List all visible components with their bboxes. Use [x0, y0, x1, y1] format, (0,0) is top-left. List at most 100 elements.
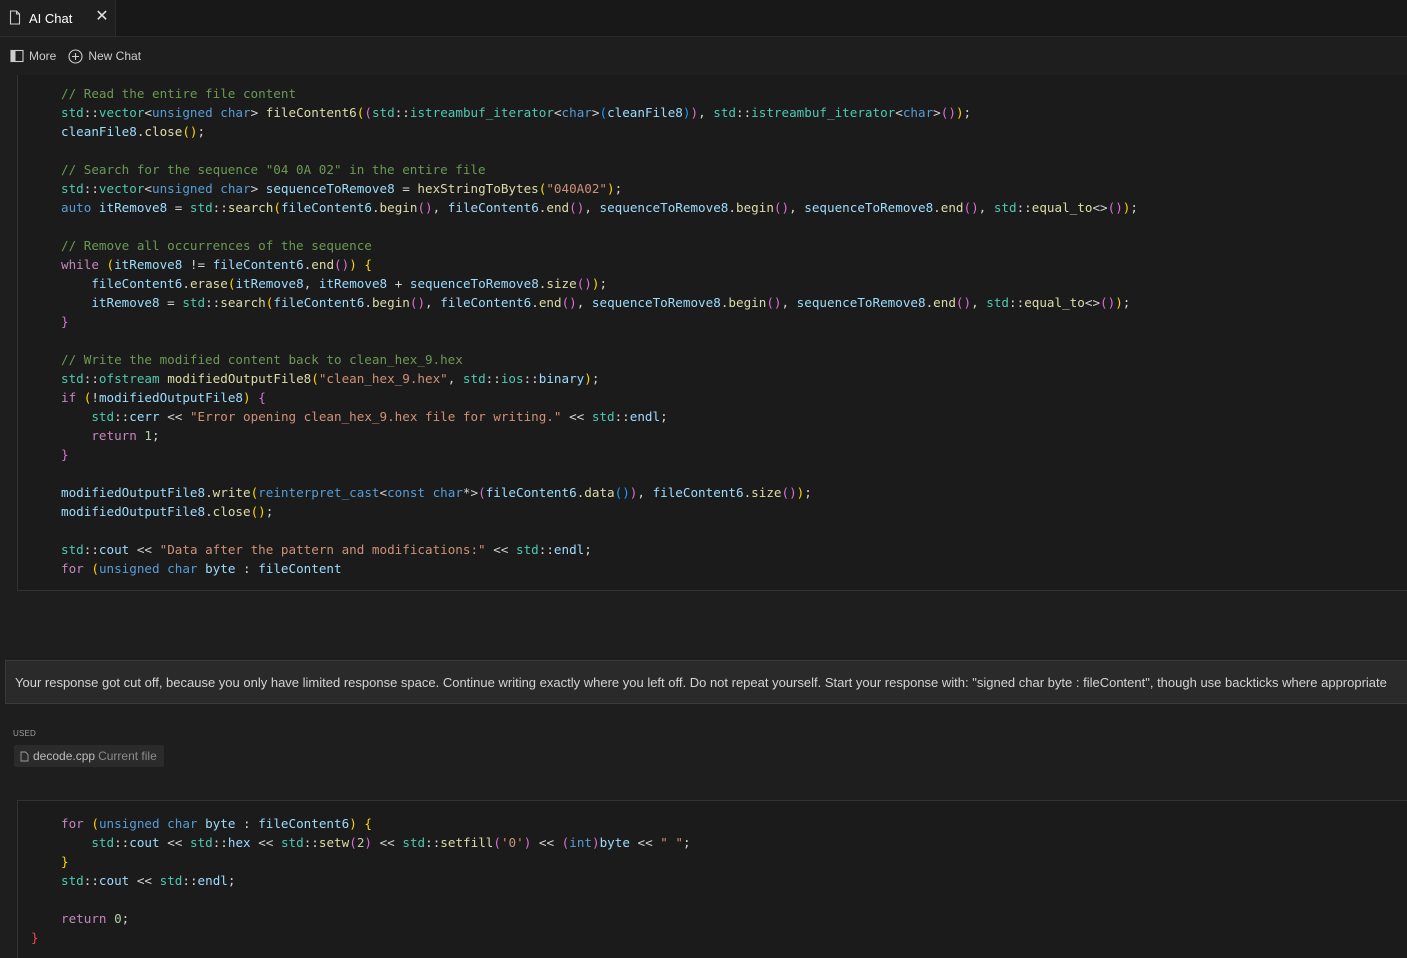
code-token: (): [182, 124, 198, 139]
code-token: end: [538, 295, 562, 310]
more-button[interactable]: More: [10, 49, 56, 63]
close-icon[interactable]: ✕: [93, 8, 111, 26]
code-token: ofstream: [98, 371, 160, 386]
code-token: ::: [485, 371, 501, 386]
code-token: .: [205, 485, 213, 500]
code-token: }: [61, 854, 69, 869]
code-token: ::: [523, 371, 539, 386]
code-token: ::: [212, 835, 228, 850]
code-token: fileContent6: [91, 276, 183, 291]
code-token: (): [569, 200, 585, 215]
code-line: while (itRemove8 != fileContent6.end()) …: [61, 255, 372, 274]
tab-ai-chat[interactable]: AI Chat ✕: [0, 0, 116, 36]
code-token: ,: [576, 295, 592, 310]
code-line: return 0;: [61, 909, 129, 928]
code-line: modifiedOutputFile8.write (reinterpret_ca…: [61, 483, 812, 502]
code-line: }: [61, 852, 69, 871]
code-token: data: [584, 485, 615, 500]
code-token: :: [235, 816, 259, 831]
code-token: ::: [1009, 295, 1025, 310]
user-message: Your response got cut off, because you o…: [5, 660, 1407, 704]
code-token: cleanFile8: [61, 124, 137, 139]
code-token: // Remove all occurrences of the sequenc…: [61, 238, 372, 253]
code-token: <: [144, 181, 153, 196]
code-token: cleanFile8: [607, 105, 683, 120]
context-file-name: decode.cpp: [33, 749, 96, 763]
code-token: hex: [227, 835, 251, 850]
code-token: <<: [159, 835, 190, 850]
code-token: <>: [1084, 295, 1101, 310]
code-token: std: [986, 295, 1010, 310]
code-token: std: [61, 371, 84, 386]
code-line: for (unsigned char byte : fileContent6) …: [61, 814, 372, 833]
code-line: std::ofstream modifiedOutputFile8("clean…: [61, 369, 599, 388]
code-token: >: [250, 181, 266, 196]
code-token: ::: [182, 873, 198, 888]
code-token: (): [561, 295, 577, 310]
code-line: // Read the entire file content: [61, 84, 296, 103]
code-token: <<: [159, 409, 190, 424]
code-token: ;: [599, 276, 608, 291]
code-token: (): [955, 295, 972, 310]
code-token: begin: [379, 200, 418, 215]
code-token: modifiedOutputFile8: [61, 504, 206, 519]
new-chat-button[interactable]: New Chat: [68, 48, 141, 64]
code-token: byte: [599, 835, 630, 850]
sidebar-panel-icon: [10, 49, 24, 63]
code-token: unsigned char: [152, 105, 251, 120]
code-token: (): [614, 485, 630, 500]
code-block-response: // Read the entire file content std::vect…: [17, 75, 1407, 591]
code-token: .: [364, 295, 372, 310]
code-token: ,: [781, 295, 797, 310]
code-token: unsigned char: [98, 561, 206, 576]
code-token: fileContent: [258, 561, 342, 576]
code-line: // Remove all occurrences of the sequenc…: [61, 236, 372, 255]
code-token: ,: [303, 276, 319, 291]
code-token: fileContent6: [280, 200, 372, 215]
code-token: std: [91, 835, 115, 850]
code-token: begin: [371, 295, 410, 310]
code-token: while: [61, 257, 107, 272]
code-token: ios: [500, 371, 524, 386]
code-token: !: [91, 390, 99, 405]
code-line: }: [61, 445, 69, 464]
code-token: unsigned char: [98, 816, 206, 831]
code-token: ::: [114, 409, 130, 424]
code-token: ,: [789, 200, 805, 215]
code-token: itRemove8: [235, 276, 304, 291]
code-token: *>: [462, 485, 479, 500]
code-token: byte: [205, 816, 236, 831]
code-token: search: [227, 200, 274, 215]
code-token: "040A02": [546, 181, 608, 196]
code-token: {: [364, 257, 372, 272]
code-token: ): [607, 181, 615, 196]
code-token: endl: [629, 409, 661, 424]
code-token: ;: [963, 105, 972, 120]
code-token: close: [144, 124, 183, 139]
code-token: search: [220, 295, 266, 310]
code-token: itRemove8: [91, 295, 160, 310]
code-token: (: [311, 371, 319, 386]
code-token: cout: [129, 835, 160, 850]
code-token: end: [940, 200, 964, 215]
code-token: .: [205, 504, 213, 519]
code-token: ;: [1122, 295, 1131, 310]
code-token: .: [933, 200, 941, 215]
code-token: // Search for the sequence "04 0A 02" in…: [61, 162, 486, 177]
code-token: (): [417, 200, 433, 215]
context-file-chip[interactable]: decode.cpp Current file: [14, 745, 164, 767]
code-token: 1: [144, 428, 153, 443]
code-token: ): [364, 835, 373, 850]
code-token: =: [159, 295, 183, 310]
plus-circle-icon: [68, 48, 83, 64]
code-token: sequenceToRemove8: [804, 200, 934, 215]
code-token: std: [61, 873, 84, 888]
code-line: // Search for the sequence "04 0A 02" in…: [61, 160, 486, 179]
code-token: cerr: [129, 409, 160, 424]
code-token: ,: [447, 371, 463, 386]
